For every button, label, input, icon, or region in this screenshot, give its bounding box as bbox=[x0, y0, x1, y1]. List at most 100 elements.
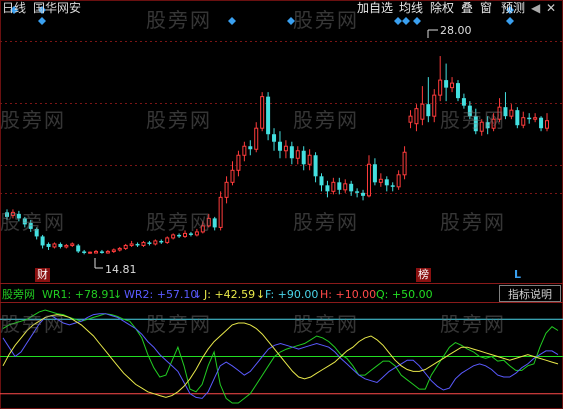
candle-body bbox=[378, 178, 383, 183]
candle-body bbox=[533, 117, 538, 120]
candle-body bbox=[295, 150, 300, 159]
candle-body bbox=[450, 82, 455, 89]
candle-body bbox=[206, 217, 211, 227]
candle-body bbox=[16, 213, 21, 219]
candle-body bbox=[188, 233, 193, 235]
candle-body bbox=[236, 154, 241, 171]
candle-body bbox=[153, 240, 158, 245]
candle-body bbox=[527, 117, 532, 120]
candle-body bbox=[105, 250, 110, 254]
candle-body bbox=[224, 181, 229, 198]
candle-body bbox=[384, 179, 389, 186]
ex-rights-button[interactable]: 除权 bbox=[430, 0, 454, 16]
candle-body bbox=[212, 218, 217, 228]
candlestick-series bbox=[5, 56, 549, 255]
window-button[interactable]: 窗 bbox=[480, 0, 492, 16]
forecast-button[interactable]: 预测 bbox=[501, 0, 525, 16]
candle-body bbox=[277, 141, 282, 151]
candle-body bbox=[177, 234, 182, 237]
indicator-name[interactable]: 股旁网 bbox=[2, 288, 35, 302]
candle-body bbox=[135, 243, 140, 246]
candle-body bbox=[46, 243, 51, 247]
candle-body bbox=[515, 110, 520, 126]
wr1-arrow-icon: ↓ bbox=[113, 288, 123, 301]
diamond-marker-icon bbox=[38, 17, 46, 25]
symbol-name: 国华网安 bbox=[33, 1, 82, 15]
candle-body bbox=[230, 169, 235, 183]
event-markers bbox=[10, 6, 514, 269]
candle-body bbox=[438, 79, 443, 96]
chart-frame bbox=[0, 0, 563, 409]
candle-body bbox=[372, 164, 377, 183]
candle-body bbox=[218, 196, 223, 228]
add-watchlist-button[interactable]: 加自选 bbox=[357, 0, 393, 16]
candle-body bbox=[28, 222, 33, 229]
candle-body bbox=[485, 122, 490, 129]
candle-body bbox=[117, 247, 122, 251]
period-label[interactable]: 日线 bbox=[2, 0, 26, 16]
j-value: J: +42.59 bbox=[204, 288, 256, 301]
candle-body bbox=[159, 240, 164, 243]
candle-body bbox=[331, 181, 336, 192]
indicator-help-button[interactable]: 指标说明 bbox=[499, 285, 561, 302]
candle-body bbox=[52, 243, 57, 248]
candle-body bbox=[64, 244, 69, 248]
high-price-label: 28.00 bbox=[440, 24, 472, 37]
h-value: H: +10.00 bbox=[320, 288, 377, 301]
candle-body bbox=[111, 249, 116, 252]
q-value: Q: +50.00 bbox=[376, 288, 433, 301]
candle-body bbox=[539, 117, 544, 129]
low-price-label: 14.81 bbox=[105, 263, 137, 276]
wr2-value: WR2: +57.10 bbox=[124, 288, 198, 301]
candle-body bbox=[254, 127, 259, 150]
candle-body bbox=[34, 228, 39, 237]
candle-body bbox=[194, 231, 199, 236]
candle-body bbox=[503, 107, 508, 117]
candle-body bbox=[22, 218, 27, 225]
candle-body bbox=[521, 117, 526, 126]
financial-report-tag[interactable]: 财 bbox=[35, 268, 50, 282]
candle-body bbox=[183, 232, 188, 237]
candle-body bbox=[76, 245, 81, 252]
candle-body bbox=[343, 183, 348, 191]
candle-body bbox=[402, 151, 407, 176]
j-arrow-icon: ↓ bbox=[256, 288, 266, 301]
diamond-marker-icon bbox=[402, 17, 410, 25]
candle-body bbox=[70, 243, 75, 246]
candle-body bbox=[319, 176, 324, 186]
candle-body bbox=[200, 225, 205, 233]
candle-body bbox=[307, 154, 312, 165]
overlay-button[interactable]: 叠 bbox=[461, 0, 473, 16]
candle-body bbox=[141, 241, 146, 246]
candle-body bbox=[479, 121, 484, 132]
candle-body bbox=[129, 243, 134, 246]
candle-body bbox=[509, 109, 514, 117]
candle-body bbox=[414, 108, 419, 125]
candle-body bbox=[147, 242, 152, 244]
diamond-marker-icon bbox=[506, 17, 514, 25]
diamond-marker-icon bbox=[287, 17, 295, 25]
candle-body bbox=[99, 251, 104, 253]
candle-body bbox=[349, 183, 354, 192]
kline-chart[interactable] bbox=[0, 0, 563, 409]
moving-average-button[interactable]: 均线 bbox=[399, 0, 423, 16]
candle-body bbox=[94, 250, 99, 254]
candle-body bbox=[390, 185, 395, 187]
candle-body bbox=[123, 244, 128, 249]
candle-body bbox=[88, 251, 93, 254]
candle-body bbox=[420, 103, 425, 120]
collapse-arrow-icon[interactable]: ◀ bbox=[531, 0, 540, 16]
candle-body bbox=[426, 104, 431, 117]
candle-body bbox=[467, 105, 472, 117]
dragon-tiger-list-tag[interactable]: 榜 bbox=[416, 268, 431, 282]
candle-body bbox=[289, 146, 294, 159]
candle-body bbox=[545, 120, 549, 129]
candle-body bbox=[366, 163, 371, 197]
candle-body bbox=[355, 191, 360, 193]
indicator-lines bbox=[0, 309, 563, 404]
close-icon[interactable]: ✕ bbox=[546, 0, 556, 16]
chart-grid bbox=[0, 0, 563, 409]
candle-body bbox=[171, 234, 176, 239]
l-marker-tag[interactable]: L bbox=[512, 268, 523, 282]
candle-body bbox=[313, 155, 318, 177]
